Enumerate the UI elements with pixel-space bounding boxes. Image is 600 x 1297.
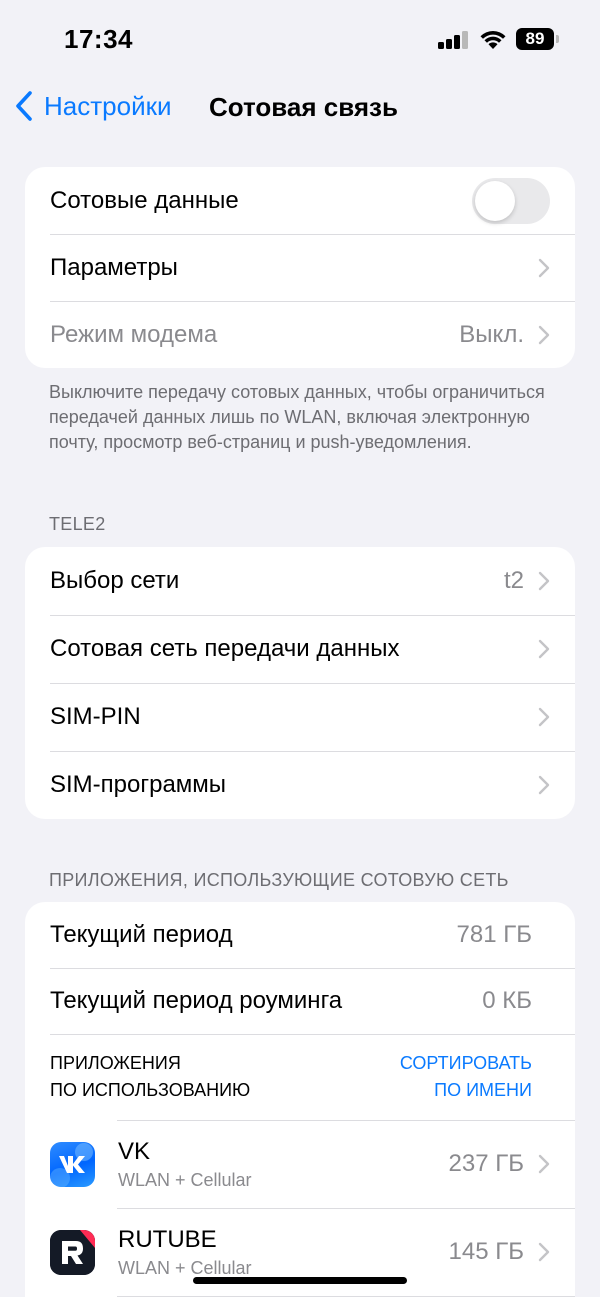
rutube-icon — [50, 1229, 95, 1275]
battery-icon: 89 — [516, 28, 560, 52]
roaming-period-row: Текущий период роуминга 0 КБ — [25, 968, 575, 1034]
app-name: RUTUBE — [118, 1225, 217, 1253]
network-selection-row[interactable]: Выбор сети t2 — [25, 547, 575, 615]
app-row-vk[interactable]: VK WLAN + Cellular 237 ГБ — [25, 1120, 575, 1208]
hotspot-value: Выкл. — [459, 320, 524, 348]
cellular-settings-group: Сотовые данные Параметры Режим модема Вы… — [25, 167, 575, 368]
sort-row: ПРИЛОЖЕНИЯ ПО ИСПОЛЬЗОВАНИЮ СОРТИРОВАТЬ … — [25, 1034, 575, 1120]
hotspot-label: Режим модема — [50, 320, 218, 348]
chevron-right-icon — [538, 1242, 550, 1262]
carrier-header: TELE2 — [49, 514, 106, 534]
cellular-data-footnote: Выключите передачу сотовых данных, чтобы… — [49, 382, 545, 452]
sim-apps-row[interactable]: SIM-программы — [25, 751, 575, 819]
hotspot-row[interactable]: Режим модема Выкл. — [25, 301, 575, 368]
sim-pin-label: SIM-PIN — [50, 703, 141, 730]
current-period-label: Текущий период — [50, 921, 233, 948]
network-selection-label: Выбор сети — [50, 567, 180, 594]
sort-by-name-button[interactable]: СОРТИРОВАТЬ ПО ИМЕНИ — [400, 1050, 532, 1104]
current-period-row: Текущий период 781 ГБ — [25, 902, 575, 968]
sort-current-label: ПРИЛОЖЕНИЯ ПО ИСПОЛЬЗОВАНИЮ — [50, 1053, 251, 1100]
cellular-signal-icon — [438, 31, 470, 49]
chevron-right-icon — [538, 325, 550, 344]
app-network: WLAN + Cellular — [118, 1257, 252, 1278]
status-bar: 17:34 89 — [0, 0, 600, 80]
current-period-value: 781 ГБ — [456, 921, 532, 948]
sim-apps-label: SIM-программы — [50, 771, 227, 798]
network-selection-value: t2 — [503, 567, 524, 594]
home-indicator[interactable] — [193, 1277, 407, 1284]
chevron-right-icon — [538, 1154, 550, 1174]
navigation-bar: Настройки Сотовая связь — [0, 80, 600, 136]
app-usage: 237 ГБ — [448, 1150, 524, 1177]
app-name: VK — [118, 1137, 151, 1165]
wifi-icon — [480, 30, 506, 49]
cellular-data-network-row[interactable]: Сотовая сеть передачи данных — [25, 615, 575, 683]
cellular-data-label: Сотовые данные — [50, 186, 239, 214]
chevron-right-icon — [538, 571, 550, 591]
cellular-data-network-label: Сотовая сеть передачи данных — [50, 635, 400, 662]
chevron-right-icon — [538, 707, 550, 727]
roaming-period-label: Текущий период роуминга — [50, 987, 343, 1014]
apps-header: ПРИЛОЖЕНИЯ, ИСПОЛЬЗУЮЩИЕ СОТОВУЮ СЕТЬ — [49, 870, 509, 890]
status-time: 17:34 — [64, 24, 133, 54]
options-row[interactable]: Параметры — [25, 234, 575, 301]
app-usage: 145 ГБ — [448, 1238, 524, 1265]
cellular-data-row: Сотовые данные — [25, 167, 575, 234]
chevron-left-icon — [16, 91, 32, 121]
page-title: Сотовая связь — [209, 92, 398, 122]
sim-pin-row[interactable]: SIM-PIN — [25, 683, 575, 751]
chevron-right-icon — [538, 775, 550, 795]
chevron-right-icon — [538, 639, 550, 659]
back-label: Настройки — [44, 90, 172, 121]
apps-group: Текущий период 781 ГБ Текущий период роу… — [25, 902, 575, 1297]
options-label: Параметры — [50, 253, 178, 281]
vk-icon — [50, 1141, 95, 1187]
cellular-data-toggle[interactable] — [472, 177, 550, 224]
chevron-right-icon — [538, 258, 550, 277]
roaming-period-value: 0 КБ — [482, 987, 532, 1014]
back-button[interactable]: Настройки — [14, 90, 172, 122]
app-network: WLAN + Cellular — [118, 1169, 252, 1190]
battery-level: 89 — [516, 28, 554, 50]
carrier-group: Выбор сети t2 Сотовая сеть передачи данн… — [25, 547, 575, 819]
